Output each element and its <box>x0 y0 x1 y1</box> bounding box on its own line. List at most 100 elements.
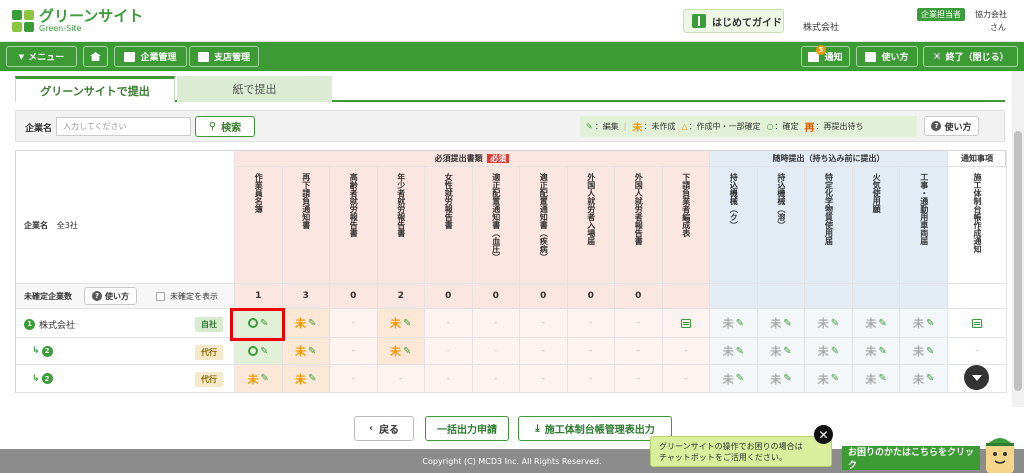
logo-text: グリーンサイト <box>39 7 144 25</box>
status-cell[interactable] <box>948 309 1007 338</box>
pencil-icon[interactable]: ✎ <box>308 373 316 384</box>
home-button[interactable] <box>83 46 108 67</box>
logo[interactable]: グリーンサイト Green-Site <box>12 8 143 33</box>
status-cell[interactable]: 未 ✎ <box>282 338 330 365</box>
unconfirmed-count-cell: 2 <box>377 284 425 309</box>
status-cell[interactable]: 未 ✎ <box>852 338 901 365</box>
back-button[interactable]: ‹ 戻る <box>354 416 414 441</box>
chat-close-icon[interactable]: ✕ <box>814 425 833 444</box>
status-cell[interactable]: 未 ✎ <box>282 309 330 338</box>
scrollbar-thumb[interactable] <box>1014 131 1022 391</box>
pencil-icon[interactable]: ✎ <box>783 346 791 357</box>
pencil-icon[interactable]: ✎ <box>878 373 886 384</box>
mascot-icon[interactable] <box>980 432 1020 473</box>
table-row[interactable]: 1 株式会社 自社 <box>16 309 235 338</box>
show-unconfirmed-toggle[interactable]: 未確定を表示 <box>156 291 218 302</box>
pencil-icon[interactable]: ✎ <box>736 373 744 384</box>
status-cell[interactable]: 未 ✎ <box>710 338 758 365</box>
status-cell[interactable]: 未 ✎ <box>805 365 853 393</box>
pencil-icon[interactable]: ✎ <box>308 318 316 329</box>
row-company-name[interactable]: 株式会社 <box>39 318 75 331</box>
status-cell: - <box>948 338 1007 365</box>
app-header: グリーンサイト Green-Site はじめてガイド 株式会社 企業担当者 協力… <box>0 0 1024 42</box>
status-cell[interactable]: 未 ✎ <box>805 338 853 365</box>
search-button[interactable]: ⚲ 検索 <box>195 116 255 137</box>
unconfirmed-count-cell: 0 <box>567 284 615 309</box>
status-cell[interactable]: 未 ✎ <box>852 309 901 338</box>
column-header-0: 作業員名簿 <box>235 167 283 284</box>
status-cell[interactable]: 未 ✎ <box>805 309 853 338</box>
pencil-icon[interactable]: ✎ <box>831 318 839 329</box>
branch-management-button[interactable]: 支店管理 <box>189 46 259 67</box>
page-scrollbar[interactable] <box>1012 71 1024 407</box>
status-cell: - <box>615 309 663 338</box>
not-created-mark: 未 <box>247 372 259 386</box>
pencil-icon[interactable]: ✎ <box>783 373 791 384</box>
pencil-icon[interactable]: ✎ <box>878 346 886 357</box>
company-search-input[interactable]: 入力してください <box>56 117 191 136</box>
column-header-label: 外国人就労者報告書 <box>634 173 644 245</box>
status-cell[interactable]: 未 ✎ <box>900 365 948 393</box>
status-cell[interactable]: 未 ✎ <box>235 365 283 393</box>
status-cell: - <box>520 365 568 393</box>
status-cell: - <box>472 338 520 365</box>
pencil-icon[interactable]: ✎ <box>736 346 744 357</box>
list-icon[interactable] <box>680 318 691 328</box>
usage-label: 使い方 <box>881 53 909 63</box>
pencil-icon[interactable]: ✎ <box>403 346 411 357</box>
export-ledger-button[interactable]: ⤓ 施工体制台帳管理表出力 <box>518 416 672 441</box>
status-cell[interactable]: 未 ✎ <box>710 309 758 338</box>
tab-greensite-submit[interactable]: グリーンサイトで提出 <box>15 76 175 102</box>
status-cell[interactable]: 未 ✎ <box>377 338 425 365</box>
status-cell[interactable]: 未 ✎ <box>710 365 758 393</box>
close-button[interactable]: ✕ 終了（閉じる） <box>923 46 1018 67</box>
status-cell[interactable]: 未 ✎ <box>900 338 948 365</box>
checkbox[interactable] <box>156 292 165 301</box>
question-icon: ? <box>92 291 102 301</box>
list-icon[interactable] <box>972 318 982 328</box>
status-cell[interactable]: 未 ✎ <box>757 309 806 338</box>
company-management-button[interactable]: 企業管理 <box>114 46 187 67</box>
pencil-icon[interactable]: ✎ <box>831 373 839 384</box>
pencil-icon[interactable]: ✎ <box>261 373 269 384</box>
user-honorific: さん <box>990 23 1006 32</box>
close-icon: ✕ <box>932 50 942 63</box>
pencil-icon[interactable]: ✎ <box>926 346 934 357</box>
table-row[interactable]: ↳ 2 代行 <box>16 365 235 393</box>
pencil-icon[interactable]: ✎ <box>403 318 411 329</box>
status-cell[interactable]: 未 ✎ <box>282 365 330 393</box>
status-cell[interactable]: 未 ✎ <box>757 365 806 393</box>
empty-mark: - <box>494 373 498 384</box>
batch-output-button[interactable]: 一括出力申請 <box>425 416 509 441</box>
table-row[interactable]: ↳ 2 代行 <box>16 338 235 365</box>
status-cell[interactable]: ✎ <box>235 338 283 365</box>
legend-usage-button[interactable]: ? 使い方 <box>924 116 979 136</box>
empty-mark: - <box>446 318 450 328</box>
usage-button[interactable]: 使い方 <box>856 46 918 67</box>
status-cell[interactable]: 未 ✎ <box>900 309 948 338</box>
beginner-guide-button[interactable]: はじめてガイド <box>683 9 784 33</box>
status-cell[interactable]: 未 ✎ <box>757 338 806 365</box>
status-cell[interactable]: 未 ✎ <box>377 309 425 338</box>
pencil-icon[interactable]: ✎ <box>783 318 791 329</box>
menu-label: メニュー <box>28 53 65 63</box>
status-cell[interactable] <box>662 309 710 338</box>
pencil-icon[interactable]: ✎ <box>926 318 934 329</box>
pencil-icon[interactable]: ✎ <box>308 346 316 357</box>
status-cell[interactable]: 未 ✎ <box>852 365 901 393</box>
pencil-icon[interactable]: ✎ <box>878 318 886 329</box>
pencil-icon[interactable]: ✎ <box>260 346 268 357</box>
pencil-icon[interactable]: ✎ <box>926 373 934 384</box>
scroll-down-button[interactable] <box>964 365 989 390</box>
pencil-icon[interactable]: ✎ <box>736 318 744 329</box>
pencil-icon[interactable]: ✎ <box>831 346 839 357</box>
column-header-label: 持込機械（溶） <box>776 173 786 229</box>
empty-mark: - <box>351 346 355 356</box>
legend-circle-icon: ○ <box>766 122 774 131</box>
table-usage-button[interactable]: ? 使い方 <box>84 287 137 305</box>
tab-paper-submit[interactable]: 紙で提出 <box>177 76 332 102</box>
search-label: 企業名 <box>25 124 53 134</box>
chatbot-button[interactable]: お困りのかたはこちらをクリック <box>842 446 980 471</box>
menu-button[interactable]: ▼ メニュー <box>6 46 77 67</box>
notice-button[interactable]: 5 通知 <box>801 45 850 67</box>
